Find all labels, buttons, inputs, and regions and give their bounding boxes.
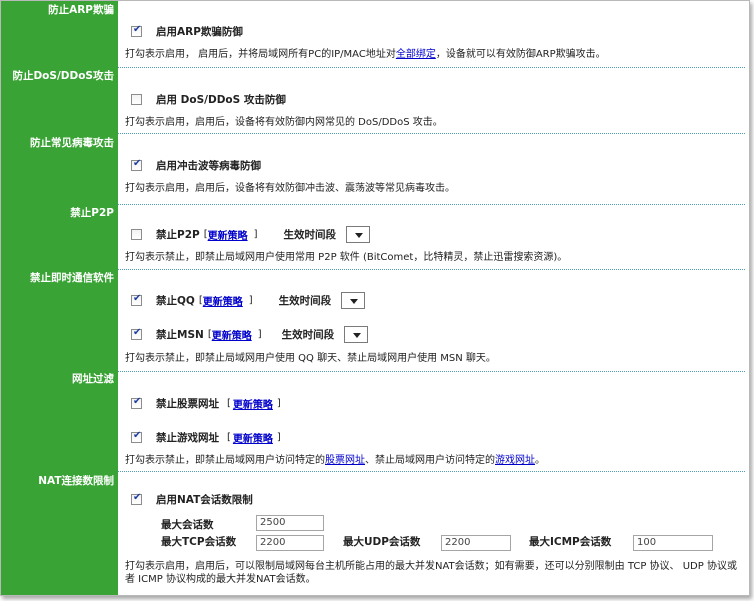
- virus-checkbox[interactable]: [131, 158, 142, 171]
- nat-label: 启用NAT会话数限制: [156, 493, 253, 506]
- dos-description: 打勾表示启用，启用后，设备将有效防御内网常见的 DoS/DDoS 攻击。: [125, 117, 443, 128]
- im-description: 打勾表示禁止，即禁止局域网用户使用 QQ 聊天、禁止局域网用户使用 MSN 聊天…: [125, 353, 496, 364]
- game-url-checkbox[interactable]: [131, 430, 142, 443]
- stock-url-row: 禁止股票网址 [ 更新策略 ]: [118, 393, 749, 413]
- bracket: ]: [253, 228, 258, 240]
- divider: [118, 371, 745, 372]
- game-update-policy-link[interactable]: 更新策略: [233, 430, 273, 445]
- game-url-row: 禁止游戏网址 [ 更新策略 ]: [118, 427, 749, 447]
- category-label-url: 网址过滤: [72, 373, 114, 385]
- msn-row: 禁止MSN [ 更新策略 ] 生效时间段: [118, 324, 749, 344]
- game-url-label: 禁止游戏网址: [156, 431, 219, 444]
- p2p-checkbox[interactable]: [131, 228, 142, 240]
- dos-label: 启用 DoS/DDoS 攻击防御: [156, 93, 286, 106]
- max-tcp-sessions-label: 最大TCP会话数: [161, 536, 237, 548]
- category-label-p2p: 禁止P2P: [70, 207, 114, 219]
- p2p-update-policy-link[interactable]: 更新策略: [208, 227, 248, 242]
- qq-time-label: 生效时间段: [278, 294, 332, 307]
- p2p-description: 打勾表示禁止，即禁止局域网用户使用常用 P2P 软件 (BitComet，比特精…: [125, 252, 568, 263]
- arp-row: 启用ARP欺骗防御: [118, 21, 749, 41]
- category-label-virus: 防止常见病毒攻击: [30, 137, 114, 149]
- category-sidebar: 防止ARP欺骗 防止DoS/DDoS攻击 防止常见病毒攻击 禁止P2P 禁止即时…: [1, 1, 118, 595]
- divider: [118, 204, 745, 205]
- virus-description: 打勾表示启用，启用后，设备将有效防御冲击波、震荡波等常见病毒攻击。: [125, 183, 455, 194]
- settings-content: 启用ARP欺骗防御 打勾表示启用， 启用后，并将局域网所有PC的IP/MAC地址…: [118, 1, 749, 595]
- bracket: [: [227, 431, 231, 443]
- category-label-nat: NAT连接数限制: [38, 475, 114, 487]
- msn-time-select[interactable]: [344, 325, 369, 343]
- arp-checkbox[interactable]: [131, 24, 142, 37]
- arp-description: 打勾表示启用， 启用后，并将局域网所有PC的IP/MAC地址对全部绑定，设备就可…: [125, 48, 743, 61]
- nat-row: 启用NAT会话数限制: [118, 489, 749, 509]
- msn-time-label: 生效时间段: [281, 328, 335, 341]
- bracket: [: [227, 397, 231, 409]
- game-url-link[interactable]: 游戏网址: [495, 455, 535, 466]
- arp-desc-text: 打勾表示启用， 启用后，并将局域网所有PC的IP/MAC地址对: [125, 49, 396, 60]
- max-udp-sessions-label: 最大UDP会话数: [343, 536, 421, 548]
- url-description: 打勾表示禁止，即禁止局域网用户访问特定的股票网址、禁止局域网用户访问特定的游戏网…: [125, 454, 743, 467]
- category-label-arp: 防止ARP欺骗: [48, 4, 114, 16]
- max-tcp-sessions-input[interactable]: 2200: [256, 535, 324, 551]
- qq-row: 禁止QQ [ 更新策略 ] 生效时间段: [118, 290, 749, 310]
- max-icmp-sessions-input[interactable]: 100: [633, 535, 713, 551]
- p2p-time-label: 生效时间段: [283, 228, 337, 241]
- bracket: ]: [276, 431, 281, 443]
- arp-desc-tail: ，设备就可以有效防御ARP欺骗攻击。: [435, 49, 606, 60]
- qq-time-select[interactable]: [341, 291, 366, 309]
- max-icmp-sessions-label: 最大ICMP会话数: [529, 536, 612, 548]
- p2p-row: 禁止P2P [ 更新策略 ] 生效时间段: [118, 224, 749, 244]
- nat-checkbox[interactable]: [131, 492, 142, 505]
- category-label-dos: 防止DoS/DDoS攻击: [12, 70, 114, 82]
- bind-all-link[interactable]: 全部绑定: [396, 49, 436, 60]
- msn-update-policy-link[interactable]: 更新策略: [212, 327, 252, 342]
- url-desc-mid: 、禁止局域网用户访问特定的: [365, 455, 495, 466]
- p2p-time-select[interactable]: [346, 225, 371, 243]
- stock-url-link[interactable]: 股票网址: [325, 455, 365, 466]
- max-sessions-input[interactable]: 2500: [256, 515, 324, 531]
- max-sessions-label: 最大会话数: [161, 519, 214, 531]
- stock-url-checkbox[interactable]: [131, 396, 142, 409]
- msn-checkbox[interactable]: [131, 327, 142, 340]
- qq-update-policy-link[interactable]: 更新策略: [203, 293, 243, 308]
- qq-checkbox[interactable]: [131, 293, 142, 306]
- stock-update-policy-link[interactable]: 更新策略: [233, 396, 273, 411]
- divider: [118, 471, 745, 472]
- url-desc-text: 打勾表示禁止，即禁止局域网用户访问特定的: [125, 455, 325, 466]
- dos-checkbox[interactable]: [131, 93, 142, 105]
- arp-label: 启用ARP欺骗防御: [156, 25, 243, 38]
- bracket: ]: [248, 294, 253, 306]
- bracket: ]: [276, 397, 281, 409]
- bracket: ]: [257, 328, 262, 340]
- qq-label: 禁止QQ: [156, 294, 195, 307]
- msn-label: 禁止MSN: [156, 328, 204, 341]
- divider: [118, 133, 745, 134]
- category-label-im: 禁止即时通信软件: [30, 272, 114, 284]
- virus-label: 启用冲击波等病毒防御: [156, 159, 261, 172]
- nat-description: 打勾表示启用，启用后，可以限制局域网每台主机所能占用的最大并发NAT会话数；如有…: [125, 561, 737, 585]
- p2p-label: 禁止P2P: [156, 228, 200, 241]
- max-udp-sessions-input[interactable]: 2200: [441, 535, 511, 551]
- stock-url-label: 禁止股票网址: [156, 397, 219, 410]
- divider: [118, 67, 745, 68]
- virus-row: 启用冲击波等病毒防御: [118, 155, 749, 175]
- divider: [118, 269, 745, 270]
- dos-row: 启用 DoS/DDoS 攻击防御: [118, 89, 749, 109]
- security-settings-panel: 防止ARP欺骗 防止DoS/DDoS攻击 防止常见病毒攻击 禁止P2P 禁止即时…: [0, 0, 750, 596]
- url-desc-tail: 。: [535, 455, 545, 466]
